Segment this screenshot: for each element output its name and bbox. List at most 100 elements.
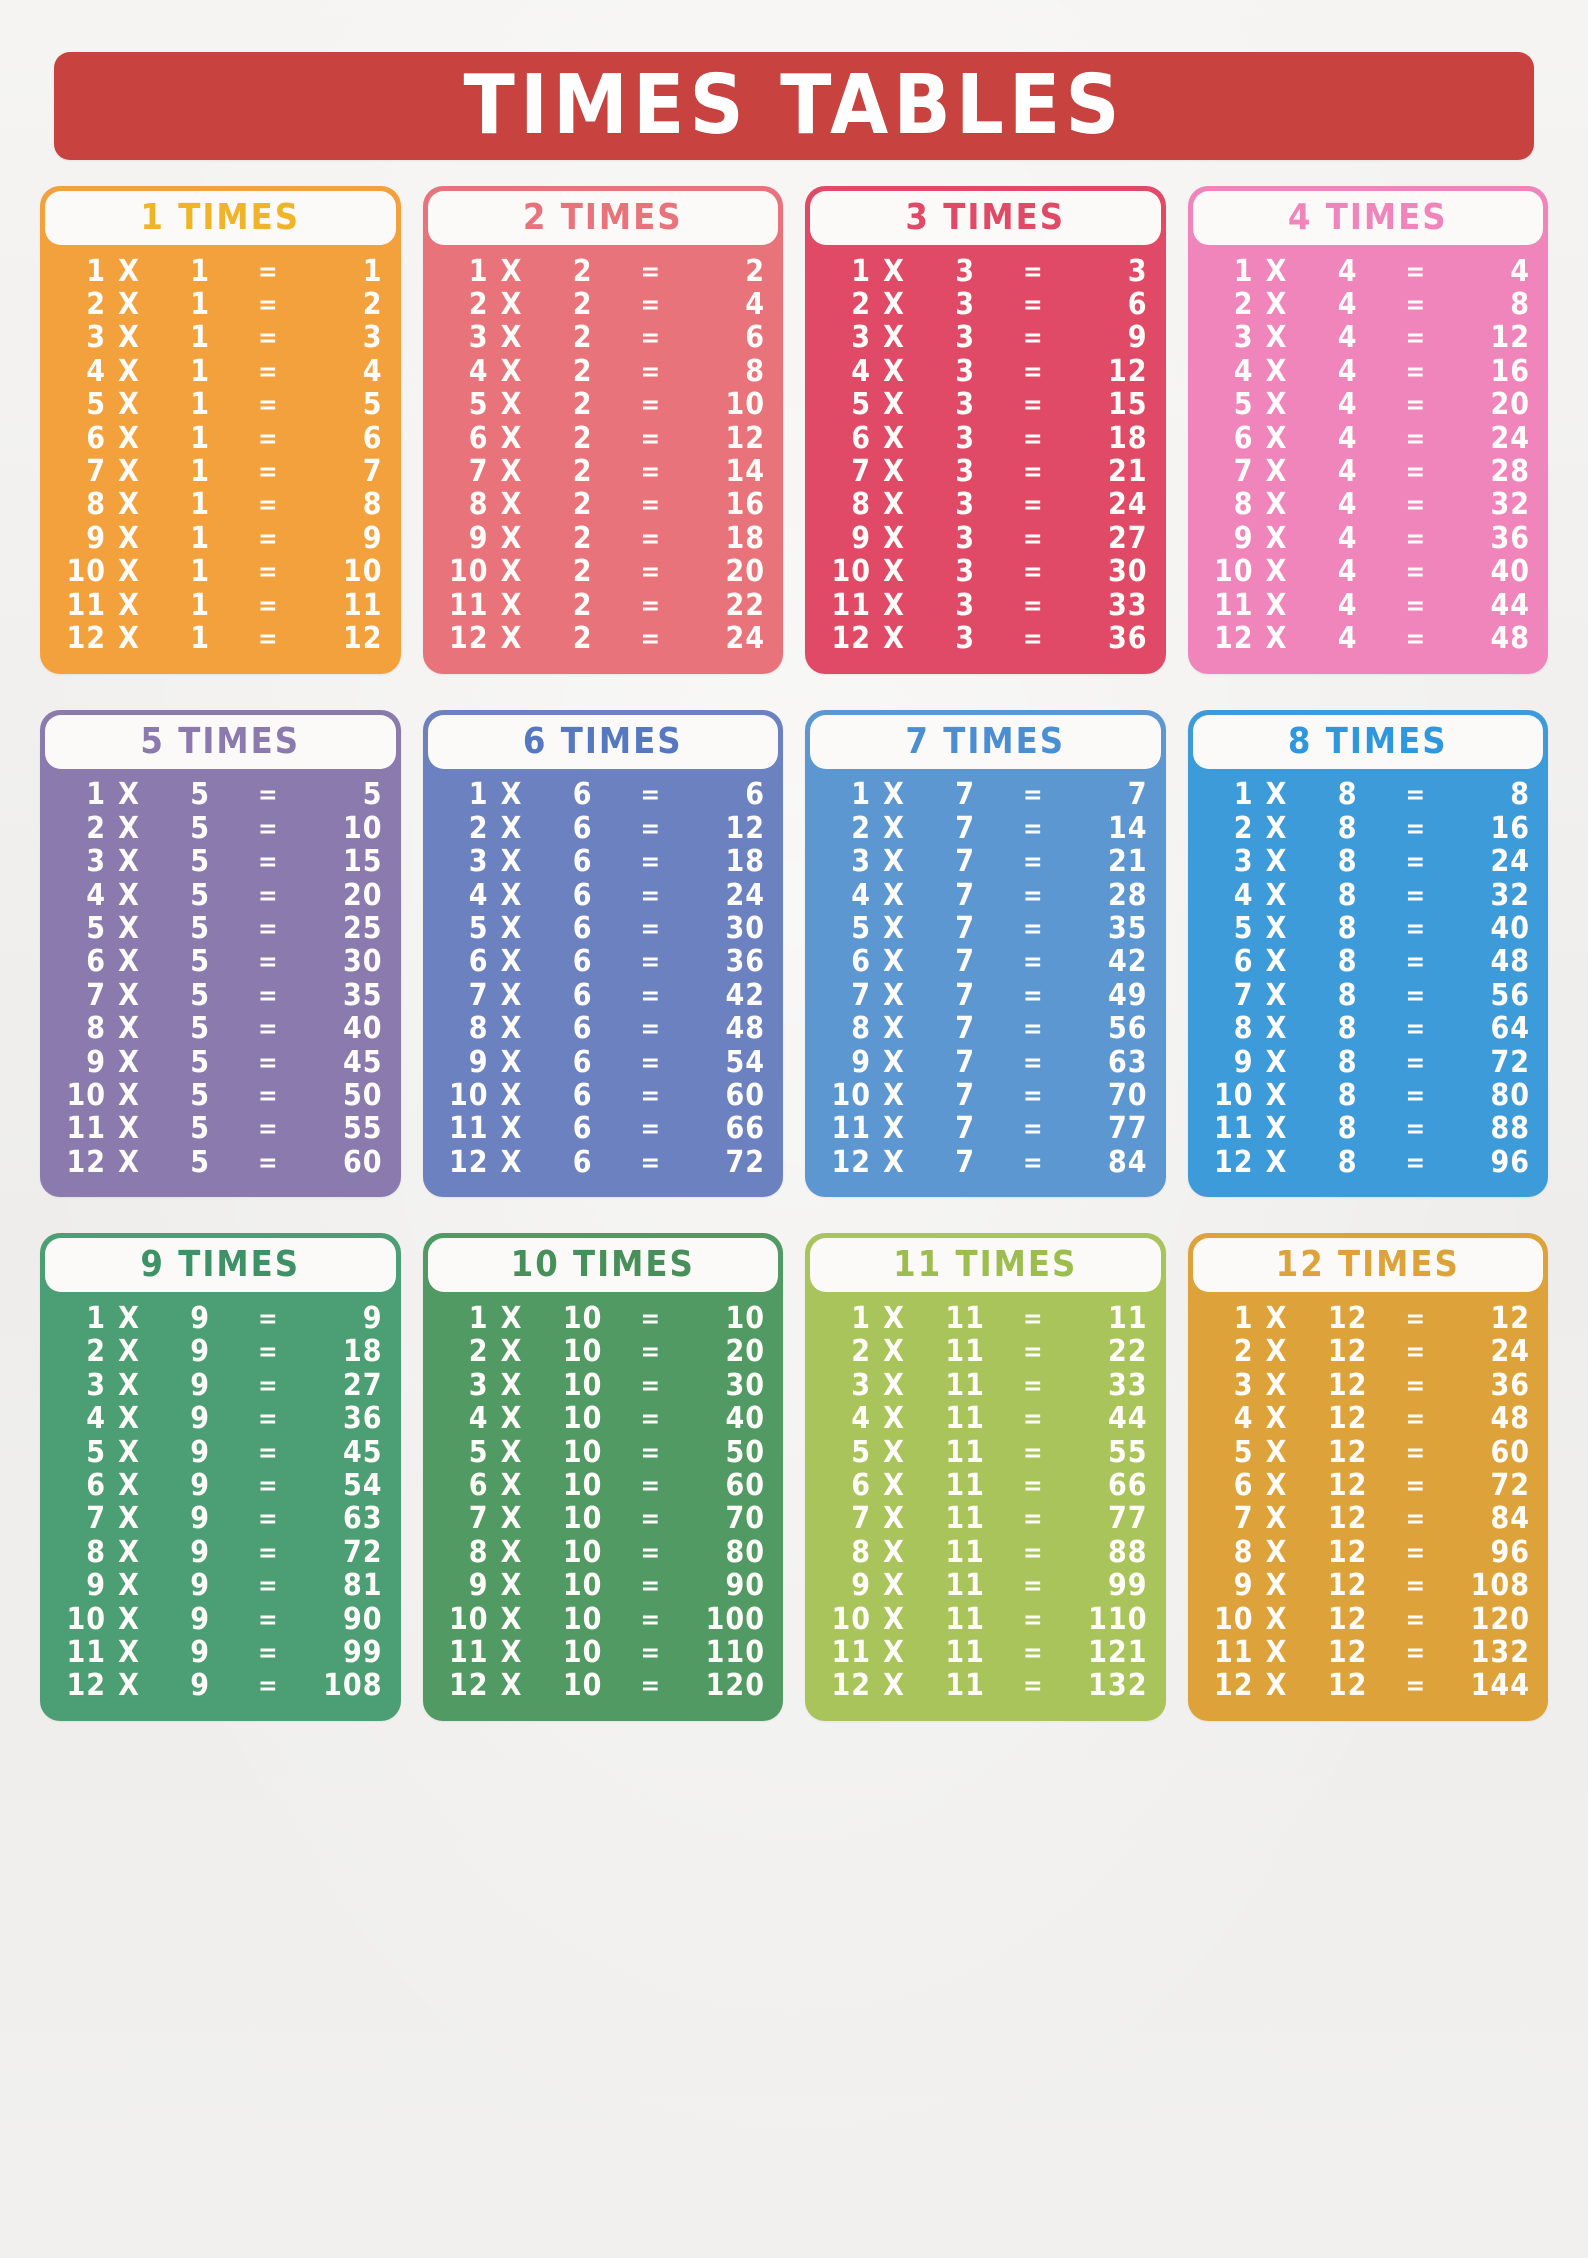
product: 48 <box>1490 944 1530 980</box>
multiplier: 11 <box>945 1668 985 1704</box>
times-symbol: X <box>1265 487 1288 523</box>
equals-symbol: = <box>640 1370 662 1401</box>
equation-row: 2 X 6 = 12 <box>437 812 768 845</box>
multiplicand: 2 <box>851 810 871 846</box>
multiplicand: 9 <box>1233 1568 1254 1604</box>
times-table-card-9: 9 TIMES 1 X 9 = 9 2 X 9 = 18 3 X 9 = 27 4 X 9 = 36 5 X 9 = 45 6 X 9 =… <box>40 1233 401 1722</box>
product: 54 <box>725 1044 765 1080</box>
product: 42 <box>1107 944 1148 980</box>
equals-symbol: = <box>257 323 279 354</box>
multiplier: 3 <box>955 353 976 389</box>
card-title: 11 TIMES <box>893 1244 1078 1286</box>
multiplier: 1 <box>190 454 211 490</box>
product: 63 <box>342 1501 383 1537</box>
times-symbol: X <box>500 420 523 456</box>
times-symbol: X <box>883 1434 905 1470</box>
equals-symbol: = <box>640 1047 662 1078</box>
multiplier: 6 <box>572 910 593 946</box>
equals-symbol: = <box>257 1337 279 1368</box>
multiplier: 3 <box>955 554 976 590</box>
equals-symbol: = <box>257 623 279 654</box>
product: 33 <box>1107 587 1148 623</box>
times-symbol: X <box>118 487 140 523</box>
multiplicand: 2 <box>851 1334 871 1370</box>
product: 36 <box>342 1401 383 1437</box>
equals-symbol: = <box>640 523 662 554</box>
multiplier: 2 <box>572 387 593 423</box>
multiplier: 8 <box>1337 910 1358 946</box>
product: 36 <box>1107 620 1148 656</box>
product: 9 <box>362 520 383 556</box>
multiplier: 2 <box>572 454 593 490</box>
times-symbol: X <box>1265 1367 1288 1403</box>
multiplicand: 8 <box>86 487 106 523</box>
product: 8 <box>1510 777 1530 813</box>
equals-symbol: = <box>257 1637 279 1668</box>
times-symbol: X <box>500 587 523 623</box>
multiplier: 3 <box>955 420 976 456</box>
multiplier: 11 <box>945 1468 985 1504</box>
equation-row: 4 X 1 = 4 <box>54 355 385 388</box>
equals-symbol: = <box>1405 1114 1427 1145</box>
product: 20 <box>342 877 383 913</box>
equation-row: 6 X 9 = 54 <box>54 1469 385 1502</box>
equals-symbol: = <box>640 880 662 911</box>
times-symbol: X <box>118 1301 140 1337</box>
multiplicand: 5 <box>1233 1434 1254 1470</box>
multiplicand: 2 <box>86 287 106 323</box>
equals-symbol: = <box>1022 780 1044 811</box>
multiplier: 10 <box>562 1468 603 1504</box>
product: 48 <box>725 1011 765 1047</box>
multiplicand: 4 <box>468 1401 489 1437</box>
equation-row: 1 X 9 = 9 <box>54 1302 385 1335</box>
equals-symbol: = <box>640 1114 662 1145</box>
equation-row: 6 X 8 = 48 <box>1202 946 1533 979</box>
multiplicand: 4 <box>851 1401 871 1437</box>
multiplier: 3 <box>955 620 976 656</box>
times-symbol: X <box>500 1401 523 1437</box>
multiplier: 3 <box>955 454 976 490</box>
equals-symbol: = <box>640 390 662 421</box>
multiplicand: 11 <box>448 1111 489 1147</box>
product: 2 <box>745 253 765 289</box>
equals-symbol: = <box>640 1437 662 1468</box>
multiplier: 10 <box>562 1601 603 1637</box>
equation-row: 3 X 8 = 24 <box>1202 845 1533 878</box>
times-symbol: X <box>1265 1334 1288 1370</box>
multiplicand: 8 <box>468 487 489 523</box>
times-symbol: X <box>883 1568 905 1604</box>
equals-symbol: = <box>1022 623 1044 654</box>
multiplier: 3 <box>955 387 976 423</box>
equation-row: 10 X 9 = 90 <box>54 1603 385 1636</box>
times-symbol: X <box>1265 1634 1288 1670</box>
multiplier: 12 <box>1327 1568 1368 1604</box>
equation-row: 8 X 1 = 8 <box>54 489 385 522</box>
times-symbol: X <box>1265 620 1288 656</box>
card-title: 5 TIMES <box>140 720 301 762</box>
equation-row: 5 X 3 = 15 <box>819 389 1150 422</box>
multiplicand: 10 <box>66 1601 106 1637</box>
times-symbol: X <box>500 353 523 389</box>
multiplicand: 3 <box>468 320 489 356</box>
equation-row: 5 X 7 = 35 <box>819 912 1150 945</box>
times-symbol: X <box>883 1534 905 1570</box>
equals-symbol: = <box>640 1337 662 1368</box>
equation-row: 10 X 4 = 40 <box>1202 556 1533 589</box>
times-symbol: X <box>500 1011 523 1047</box>
multiplier: 1 <box>190 620 211 656</box>
multiplicand: 4 <box>468 353 489 389</box>
times-symbol: X <box>118 1668 140 1704</box>
times-symbol: X <box>883 454 905 490</box>
equals-symbol: = <box>1022 980 1044 1011</box>
equation-row: 10 X 8 = 80 <box>1202 1079 1533 1112</box>
multiplier: 8 <box>1337 1111 1358 1147</box>
multiplier: 8 <box>1337 877 1358 913</box>
product: 96 <box>1490 1534 1530 1570</box>
equation-row: 7 X 2 = 14 <box>437 455 768 488</box>
equation-row: 3 X 9 = 27 <box>54 1369 385 1402</box>
times-symbol: X <box>1265 320 1288 356</box>
multiplicand: 12 <box>448 620 489 656</box>
equals-symbol: = <box>1405 590 1427 621</box>
multiplier: 1 <box>190 420 211 456</box>
equals-symbol: = <box>257 390 279 421</box>
